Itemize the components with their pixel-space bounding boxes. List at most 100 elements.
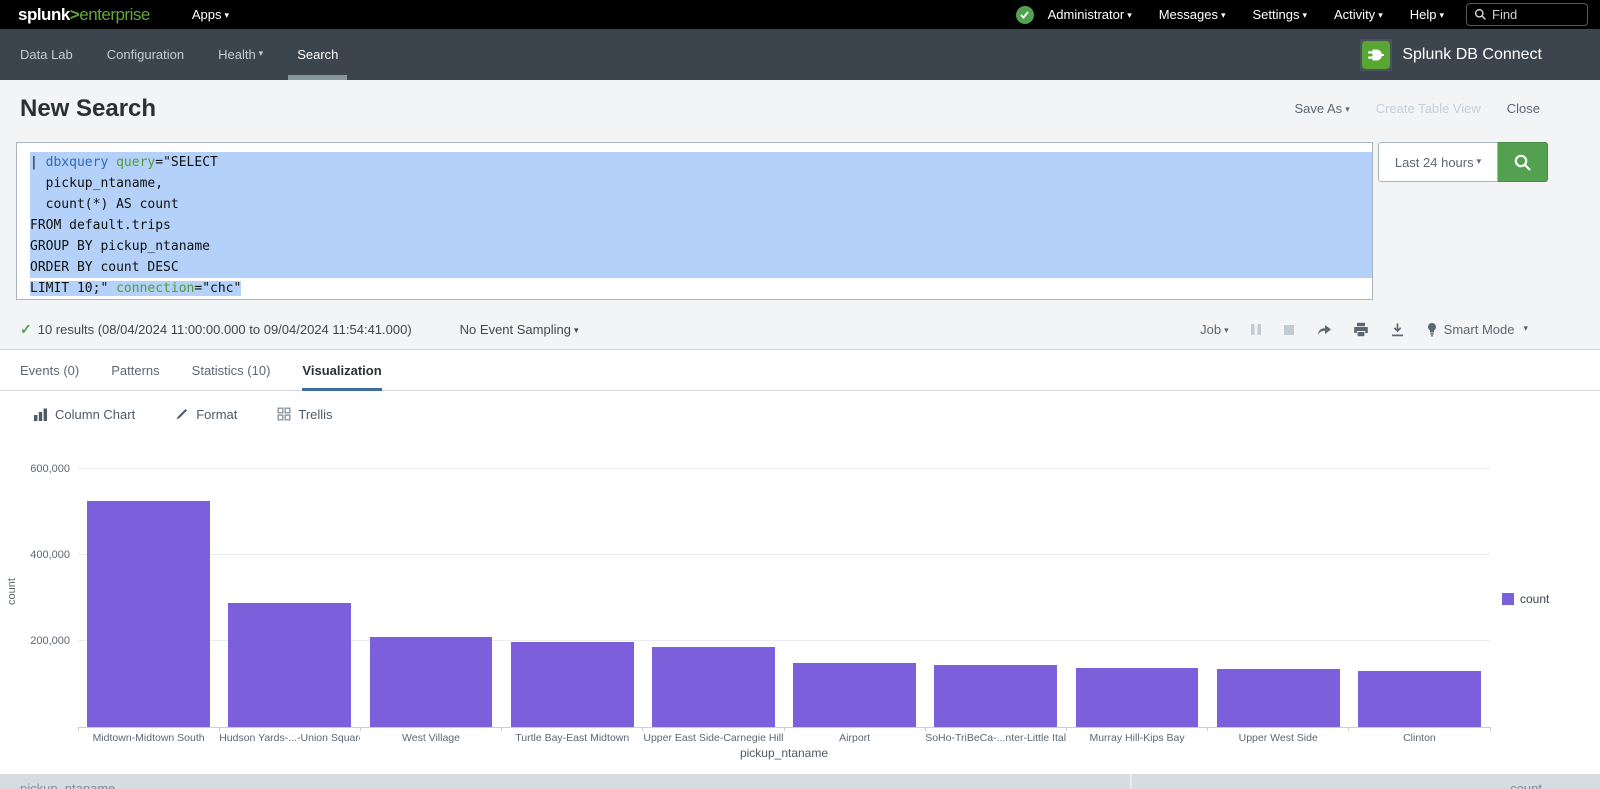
plug-icon <box>1362 41 1390 69</box>
grid-icon <box>277 407 291 421</box>
splunk-logo[interactable]: splunk>enterprise <box>18 5 150 25</box>
app-title: Splunk DB Connect <box>1402 46 1542 64</box>
chevron-down-icon: ▾ <box>1127 10 1132 20</box>
find-input[interactable] <box>1492 7 1580 22</box>
topbar-menu-label: Settings <box>1253 7 1300 22</box>
job-menu-label: Job <box>1200 322 1221 337</box>
find-search-box[interactable] <box>1466 3 1588 26</box>
x-axis-tick <box>501 727 502 731</box>
chart-legend[interactable]: count <box>1502 592 1549 606</box>
job-menu[interactable]: Job▾ <box>1200 322 1229 337</box>
bar-airport[interactable] <box>793 663 916 727</box>
tab-patterns[interactable]: Patterns <box>111 350 159 390</box>
chart-type-label: Column Chart <box>55 407 135 422</box>
bar-slot-upper-east-side-carnegie-hill <box>643 455 784 727</box>
y-tick-label: 200,000 <box>0 635 70 647</box>
table-column-header-count[interactable]: count <box>1130 774 1600 789</box>
apps-menu[interactable]: Apps▾ <box>192 7 229 22</box>
bar-soho-tribeca-nter-little-italy[interactable] <box>934 665 1057 727</box>
topbar-menu-help[interactable]: Help▾ <box>1410 7 1444 22</box>
event-sampling-menu[interactable]: No Event Sampling▾ <box>460 322 579 337</box>
share-button[interactable] <box>1316 322 1332 337</box>
topbar-menu-administrator[interactable]: Administrator▾ <box>1048 7 1132 22</box>
x-tick-label-airport: Airport <box>784 732 925 744</box>
x-tick-label-upper-west-side: Upper West Side <box>1208 732 1349 744</box>
time-range-label: Last 24 hours <box>1395 155 1474 170</box>
query-line-2: pickup_ntaname, <box>30 173 1372 194</box>
chevron-down-icon: ▾ <box>1221 10 1226 20</box>
x-tick-label-upper-east-side-carnegie-hill: Upper East Side-Carnegie Hill <box>643 732 784 744</box>
query-line-5: GROUP BY pickup_ntaname <box>30 236 1372 257</box>
bar-slot-turtle-bay-east-midtown <box>502 455 643 727</box>
query-segment-plain: ="SELECT <box>155 155 218 170</box>
query-line-7: LIMIT 10;" connection="chc" <box>30 278 1372 299</box>
chevron-down-icon: ▾ <box>1523 323 1528 334</box>
x-axis-title: pickup_ntaname <box>78 746 1490 760</box>
job-controls: Job▾ Smart Mode▾ <box>1200 322 1528 337</box>
bar-slot-upper-west-side <box>1208 455 1349 727</box>
x-axis-tick <box>1207 727 1208 731</box>
appnav-tab-label: Search <box>297 47 338 62</box>
bar-murray-hill-kips-bay[interactable] <box>1076 668 1199 727</box>
x-axis-tick <box>1348 727 1349 731</box>
bar-slot-clinton <box>1349 455 1490 727</box>
bar-slot-airport <box>784 455 925 727</box>
logo-gt-text: > <box>70 5 79 24</box>
bar-clinton[interactable] <box>1358 671 1481 727</box>
topbar-menu-messages[interactable]: Messages▾ <box>1159 7 1226 22</box>
chevron-down-icon: ▾ <box>224 10 229 20</box>
appnav-tab-search[interactable]: Search <box>297 29 338 80</box>
topbar-menu-settings[interactable]: Settings▾ <box>1253 7 1308 22</box>
results-summary: 10 results (08/04/2024 11:00:00.000 to 0… <box>38 322 412 337</box>
tab-statistics-10[interactable]: Statistics (10) <box>192 350 271 390</box>
header-actions: Save As▾ Create Table View Close <box>1294 101 1540 116</box>
app-identity[interactable]: Splunk DB Connect <box>1360 29 1580 80</box>
appnav-tab-data-lab[interactable]: Data Lab <box>20 29 73 80</box>
selected-text: LIMIT 10;" connection="chc" <box>30 281 241 296</box>
save-as-button[interactable]: Save As▾ <box>1294 101 1349 116</box>
x-tick-label-west-village: West Village <box>360 732 501 744</box>
format-button[interactable]: Format <box>175 407 237 422</box>
app-nav-tabs: Data Lab Configuration Health▾ Search <box>20 29 338 80</box>
splunk-db-connect-search-page: splunk>enterprise Apps▾ Administrator▾ Me… <box>0 0 1600 789</box>
table-column-header-pickup-ntaname[interactable]: pickup_ntaname <box>0 774 1130 789</box>
logo-enterprise-text: enterprise <box>79 5 150 24</box>
run-search-button[interactable] <box>1498 142 1548 182</box>
job-status-bar: ✓ 10 results (08/04/2024 11:00:00.000 to… <box>0 310 1600 350</box>
bar-midtown-midtown-south[interactable] <box>87 501 210 727</box>
chart-type-button[interactable]: Column Chart <box>33 407 135 422</box>
x-axis-tick <box>78 727 79 731</box>
bar-slot-west-village <box>360 455 501 727</box>
trellis-button[interactable]: Trellis <box>277 407 332 422</box>
close-button[interactable]: Close <box>1507 101 1540 116</box>
bar-upper-east-side-carnegie-hill[interactable] <box>652 647 775 727</box>
format-label: Format <box>196 407 237 422</box>
print-button[interactable] <box>1353 322 1369 337</box>
tab-events-0[interactable]: Events (0) <box>20 350 79 390</box>
appnav-tab-health[interactable]: Health▾ <box>218 29 263 80</box>
bar-turtle-bay-east-midtown[interactable] <box>511 642 634 727</box>
tab-visualization[interactable]: Visualization <box>302 350 381 390</box>
bar-hudson-yards-union-square[interactable] <box>228 603 351 727</box>
query-segment-plain: GROUP BY pickup_ntaname <box>30 239 210 254</box>
stop-icon <box>1283 324 1295 336</box>
bar-upper-west-side[interactable] <box>1217 669 1340 727</box>
db-connect-app-icon-frame <box>1360 39 1392 71</box>
topbar-menu-activity[interactable]: Activity▾ <box>1334 7 1383 22</box>
export-button[interactable] <box>1390 322 1405 337</box>
save-as-label: Save As <box>1294 101 1342 116</box>
health-status-badge[interactable] <box>1016 6 1034 24</box>
search-query-input[interactable]: | dbxquery query="SELECT pickup_ntaname,… <box>16 142 1373 300</box>
search-mode-menu[interactable]: Smart Mode▾ <box>1426 322 1528 337</box>
bar-west-village[interactable] <box>370 637 493 727</box>
x-tick-label-murray-hill-kips-bay: Murray Hill-Kips Bay <box>1066 732 1207 744</box>
logo-splunk-text: splunk <box>18 5 70 24</box>
appnav-tab-label: Configuration <box>107 47 184 62</box>
pause-button <box>1250 323 1262 336</box>
appnav-tab-configuration[interactable]: Configuration <box>107 29 184 80</box>
legend-swatch <box>1502 593 1514 605</box>
time-range-picker[interactable]: Last 24 hours▾ <box>1378 142 1498 182</box>
y-tick-label: 600,000 <box>0 463 70 475</box>
x-tick-label-turtle-bay-east-midtown: Turtle Bay-East Midtown <box>502 732 643 744</box>
download-icon <box>1390 322 1405 337</box>
